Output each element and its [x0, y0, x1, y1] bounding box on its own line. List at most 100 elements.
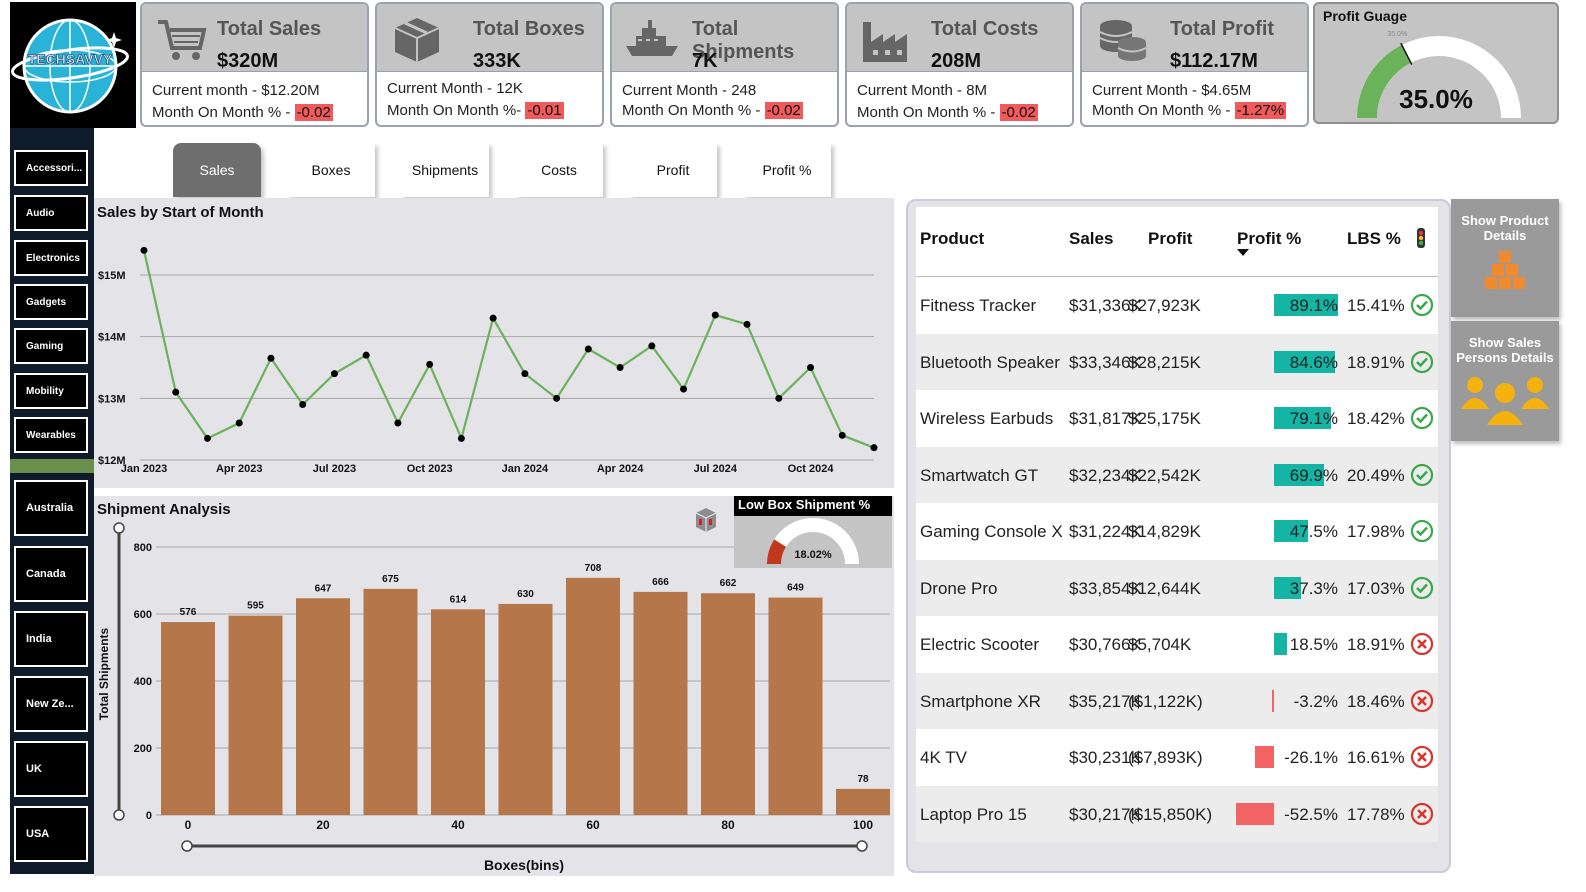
cell-product: Wireless Earbuds	[920, 409, 1054, 428]
table-row[interactable]: Electric Scooter $30,766K $5,704K 18.5% 18.9…	[916, 616, 1438, 673]
table-row[interactable]: Gaming Console X $31,224K $14,829K 47.5% 17.…	[916, 503, 1438, 560]
shipment-bar[interactable]	[701, 593, 755, 815]
table-row[interactable]: Smartwatch GT $32,234K $22,542K 69.9% 20.49%	[916, 446, 1438, 503]
category-filter-gaming[interactable]: Gaming	[14, 328, 88, 364]
shipment-bar[interactable]	[431, 609, 485, 815]
y-range-slider-handle[interactable]	[113, 809, 125, 821]
sales-data-point[interactable]	[457, 434, 465, 442]
sales-data-point[interactable]	[299, 401, 307, 408]
cell-profit-percent: 84.6%	[1289, 352, 1338, 372]
sales-data-point[interactable]	[426, 360, 434, 368]
sales-data-point[interactable]	[743, 320, 751, 328]
cell-profit: $28,215K	[1128, 352, 1201, 372]
sales-data-point[interactable]	[616, 364, 624, 371]
sales-data-point[interactable]	[870, 444, 878, 452]
country-filter-uk[interactable]: UK	[14, 741, 88, 797]
table-row[interactable]: 4K TV $30,231K ($7,893K) -26.1% 16.61%	[916, 729, 1438, 786]
country-filter-usa[interactable]: USA	[14, 806, 88, 862]
shipment-bar[interactable]	[566, 577, 620, 815]
col-header-profit[interactable]: Profit	[1148, 229, 1192, 249]
sort-desc-icon[interactable]	[1237, 249, 1249, 257]
sales-data-point[interactable]	[711, 311, 719, 319]
cell-profit-percent: -3.2%	[1293, 691, 1338, 711]
shipment-bar[interactable]	[836, 788, 890, 815]
shipment-bar[interactable]	[633, 591, 688, 815]
y-tick-label: 0	[146, 810, 152, 822]
tab-profit[interactable]: Profit	[629, 143, 717, 197]
kpi-mom-label: Month On Month %-	[387, 102, 526, 119]
kpi-current-month: Current Month - 248	[622, 82, 757, 99]
people-icon	[1461, 377, 1549, 425]
sales-data-point[interactable]	[553, 394, 561, 402]
y-range-slider-handle[interactable]	[113, 522, 125, 534]
shipment-bar[interactable]	[498, 603, 553, 815]
cell-profit: $12,644K	[1128, 578, 1201, 598]
sales-data-point[interactable]	[489, 314, 497, 322]
tab-boxes[interactable]: Boxes	[287, 143, 375, 197]
shipment-bar[interactable]	[768, 597, 823, 815]
table-row[interactable]: Drone Pro $33,854K $12,644K 37.3% 17.03%	[916, 559, 1438, 616]
bar-data-label: 675	[382, 574, 399, 585]
sales-data-point[interactable]	[584, 345, 592, 353]
sales-data-point[interactable]	[775, 394, 783, 402]
cell-product: Fitness Tracker	[920, 296, 1037, 315]
check-circle-icon	[1410, 576, 1434, 599]
shipment-bar[interactable]	[363, 588, 418, 815]
table-row[interactable]: Bluetooth Speaker $33,346K $28,215K 84.6% 18…	[916, 333, 1438, 390]
bar-data-label: 666	[652, 577, 669, 588]
kpi-current-month: Current Month - 12K	[387, 80, 523, 97]
bar-data-label: 78	[857, 774, 869, 785]
tab-shipments[interactable]: Shipments	[401, 143, 489, 197]
sales-data-point[interactable]	[648, 342, 656, 350]
sales-data-point[interactable]	[172, 388, 180, 396]
country-filter-australia[interactable]: Australia	[14, 480, 88, 536]
tab-profit-percent[interactable]: Profit %	[743, 143, 831, 197]
cell-lbs-percent: 18.91%	[1347, 635, 1405, 654]
category-filter-gadgets[interactable]: Gadgets	[14, 284, 88, 320]
category-filter-accessories[interactable]: Accessori...	[14, 150, 88, 186]
cell-lbs-percent: 15.41%	[1347, 296, 1405, 315]
sales-data-point[interactable]	[330, 370, 338, 378]
sales-data-point[interactable]	[394, 419, 402, 427]
sales-data-point[interactable]	[807, 364, 815, 371]
tab-costs[interactable]: Costs	[515, 143, 603, 197]
sales-data-point[interactable]	[838, 431, 846, 439]
tab-sales[interactable]: Sales	[173, 143, 261, 197]
coins-icon	[1099, 20, 1147, 61]
y-tick-label: 600	[134, 609, 152, 621]
x-range-slider-handle[interactable]	[856, 840, 868, 852]
sales-data-point[interactable]	[267, 354, 275, 362]
table-row[interactable]: Laptop Pro 15 $30,217K ($15,850K) -52.5% 17.…	[916, 785, 1438, 842]
country-filter-canada[interactable]: Canada	[14, 546, 88, 602]
country-filter-india[interactable]: India	[14, 611, 88, 667]
shipment-bar[interactable]	[296, 598, 350, 815]
col-header-sales[interactable]: Sales	[1069, 229, 1113, 249]
sales-data-point[interactable]	[521, 370, 529, 378]
cell-product: Drone Pro	[920, 578, 998, 598]
category-filter-mobility[interactable]: Mobility	[14, 373, 88, 409]
sales-data-point[interactable]	[203, 434, 211, 442]
x-circle-icon	[1410, 689, 1434, 712]
show-sales-persons-details-button[interactable]: Show Sales Persons Details	[1451, 321, 1559, 441]
table-row[interactable]: Smartphone XR $35,217K ($1,122K) -3.2% 18.46…	[916, 672, 1438, 729]
country-filter-new-zealand[interactable]: New Ze...	[14, 676, 88, 732]
category-filter-audio[interactable]: Audio	[14, 195, 88, 231]
category-filter-electronics[interactable]: Electronics	[14, 240, 88, 276]
sales-data-point[interactable]	[680, 385, 688, 393]
x-range-slider-handle[interactable]	[181, 840, 193, 852]
show-product-details-button[interactable]: Show Product Details	[1451, 199, 1559, 317]
sales-data-point[interactable]	[362, 351, 370, 359]
sales-data-point[interactable]	[140, 246, 148, 254]
col-header-lbs-percent[interactable]: LBS %	[1347, 229, 1401, 249]
shipment-bar[interactable]	[228, 615, 283, 815]
kpi-mom-value: -0.02	[764, 102, 803, 119]
sales-data-point[interactable]	[235, 419, 243, 427]
table-row[interactable]: Wireless Earbuds $31,817K $25,175K 79.1% 18.…	[916, 390, 1438, 447]
traffic-light-icon	[1417, 228, 1425, 248]
col-header-profit-percent[interactable]: Profit %	[1237, 229, 1301, 249]
shipment-bar[interactable]	[161, 622, 215, 815]
cell-profit-percent: 18.5%	[1289, 635, 1338, 654]
table-row[interactable]: Fitness Tracker $31,336K $27,923K 89.1% 15.4…	[916, 277, 1438, 334]
category-filter-wearables[interactable]: Wearables	[14, 417, 88, 453]
col-header-product[interactable]: Product	[920, 229, 984, 249]
